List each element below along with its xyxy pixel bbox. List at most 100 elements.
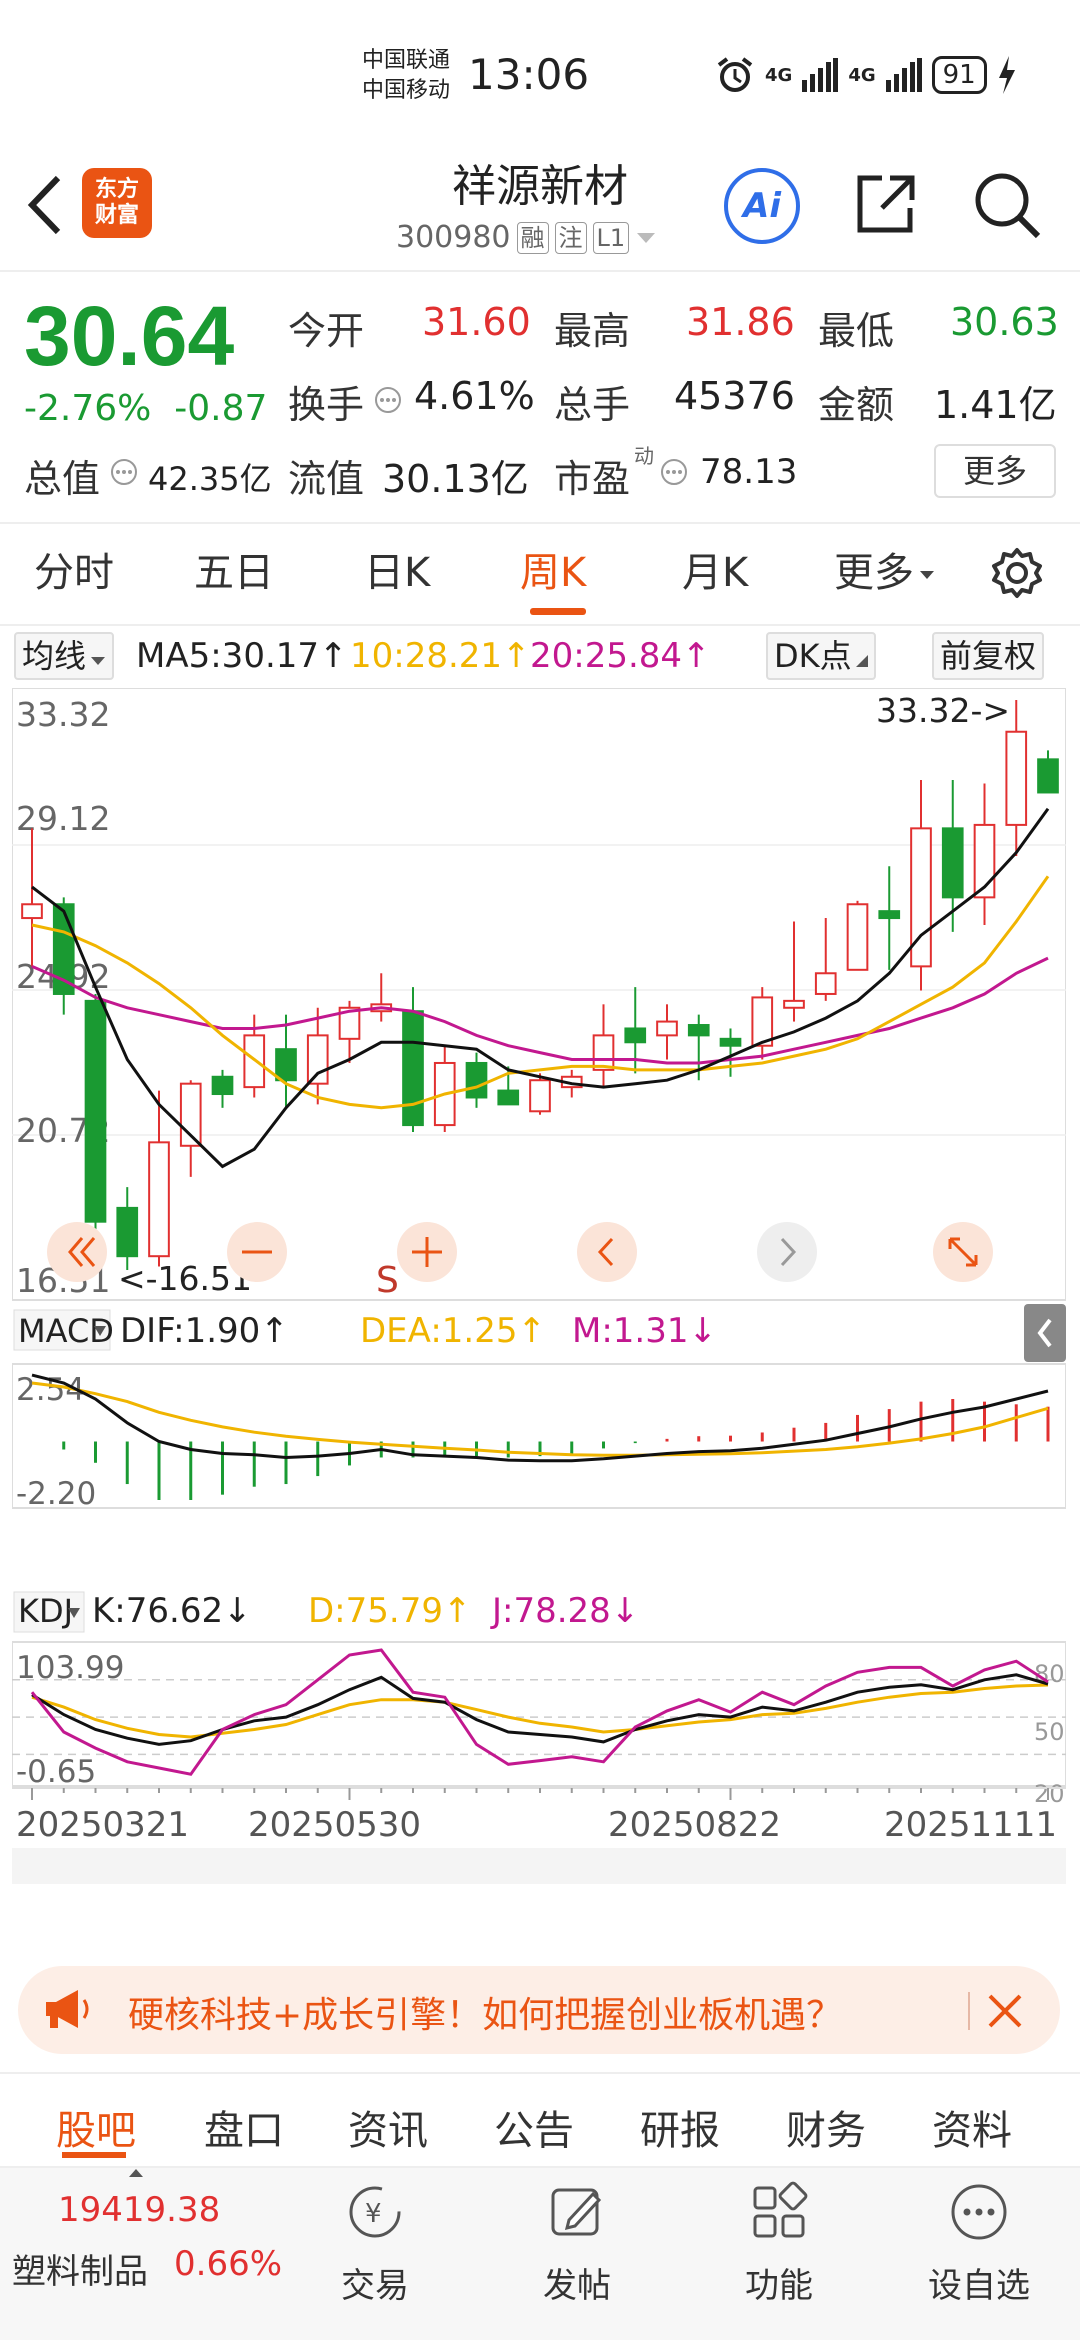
volume-label: 总手 (554, 383, 631, 427)
functions-button[interactable]: 功能 (714, 2172, 844, 2307)
tag-margin: 融 (516, 221, 549, 254)
tab-news[interactable]: 资讯 (348, 2098, 428, 2156)
dk-point-button[interactable]: DK点 (766, 632, 876, 680)
trade-button[interactable]: ¥ 交易 (310, 2172, 440, 2307)
candle-down (116, 1206, 139, 1258)
low-label: 最低 (818, 309, 895, 353)
candlesticks (21, 700, 1059, 1270)
post-label: 发帖 (543, 2266, 611, 2306)
sell-signal-marker: S (376, 1260, 399, 1301)
info-icon[interactable] (660, 458, 688, 486)
price-axis-label: 33.32 (16, 695, 110, 734)
pe-value: 78.13 (700, 452, 798, 492)
charging-icon (998, 56, 1015, 94)
change-row: -2.76% -0.87 (24, 388, 267, 429)
network-label-1: 4G (765, 64, 793, 86)
candle-up (814, 972, 837, 995)
more-circle-icon (951, 2184, 1007, 2240)
kline-chart[interactable]: 33.32 29.12 24.92 20.72 16.51 33.32-> <-… (12, 688, 1066, 1948)
macd-header: MACD DIF:1.90↑ DEA:1.25↑ M:1.31↓ (13, 1309, 717, 1351)
grid-icon (753, 2181, 808, 2238)
tab-research[interactable]: 研报 (640, 2098, 720, 2156)
ma20-value: 20:25.84↑ (530, 636, 711, 676)
tab-more[interactable]: 更多 (834, 540, 936, 598)
macd-dif-value: DIF:1.90↑ (120, 1311, 289, 1351)
scroll-left-button[interactable] (577, 1222, 637, 1282)
candle-up (656, 1020, 678, 1037)
ai-button[interactable]: Ai (724, 168, 800, 244)
tab-profile[interactable]: 资料 (932, 2098, 1012, 2156)
battery-level: 91 (931, 56, 987, 94)
quote-divider (0, 522, 1080, 524)
stock-code-row[interactable]: 300980 融 注 L1 (396, 220, 657, 255)
info-icon[interactable] (110, 458, 138, 486)
tab-monthly-k[interactable]: 月K (682, 540, 748, 598)
collapse-tab[interactable] (1024, 1304, 1066, 1362)
turnover-value: 4.61% (414, 374, 535, 418)
sector-index-name[interactable]: 塑料制品 (12, 2244, 148, 2293)
chart-footer-strip (12, 1848, 1066, 1884)
candle-down (465, 1061, 488, 1099)
pe-label: 市盈 (554, 457, 631, 501)
ma20-line (31, 956, 1049, 1065)
scroll-right-button[interactable] (757, 1222, 817, 1282)
candle-down (687, 1024, 710, 1037)
change-amount: -0.87 (174, 388, 268, 429)
tab-intraday[interactable]: 分时 (34, 540, 114, 598)
adjust-button[interactable]: 前复权 (932, 632, 1045, 680)
kdj-axis-label: -0.65 (16, 1754, 96, 1790)
corner-triangle-icon (855, 655, 868, 667)
kdj-j-value: J:78.28↓ (490, 1591, 639, 1631)
total-cap-label: 总值 (24, 457, 101, 501)
amount-value: 1.41亿 (934, 383, 1057, 427)
candle-down (624, 1027, 647, 1044)
sector-index-change: 0.66% (174, 2244, 283, 2284)
tab-announcements[interactable]: 公告 (494, 2098, 574, 2156)
candle-up (21, 903, 43, 920)
tab-financials[interactable]: 财务 (786, 2098, 866, 2156)
post-button[interactable]: 发帖 (512, 2172, 642, 2307)
macd-dea-value: DEA:1.25↑ (360, 1311, 546, 1351)
date-label: 20250321 (16, 1805, 189, 1845)
tab-weekly-k[interactable]: 周K (520, 540, 586, 598)
more-quote-button[interactable]: 更多 (934, 444, 1056, 498)
info-icon[interactable] (374, 386, 402, 414)
tab-order-book[interactable]: 盘口 (204, 2098, 284, 2156)
candle-up (306, 1034, 329, 1085)
open-label: 今开 (288, 309, 365, 353)
tab-five-day[interactable]: 五日 (194, 540, 274, 598)
add-watchlist-button[interactable]: 设自选 (914, 2172, 1044, 2307)
ma-selector[interactable]: 均线 (14, 632, 115, 680)
scroll-left-fast-button[interactable] (47, 1222, 107, 1282)
tab-forum[interactable]: 股吧 (56, 2098, 136, 2156)
candle-down (497, 1089, 520, 1106)
banner-text[interactable]: 硬核科技+成长引擎！如何把握创业板机遇？ (128, 1986, 842, 2038)
amount-label: 金额 (818, 383, 895, 427)
add-watchlist-label: 设自选 (928, 2266, 1030, 2306)
kdj-selector-label: KDJ (18, 1592, 73, 1630)
candle-up (751, 996, 774, 1047)
sector-index-value[interactable]: 19419.38 (58, 2190, 220, 2230)
kdj-d-line (31, 1683, 1049, 1739)
kdj-lines (30, 1648, 1049, 1776)
active-tab-underline (530, 608, 586, 615)
carrier-labels: 中国联通 中国移动 (362, 46, 450, 106)
close-icon[interactable] (986, 1992, 1024, 2030)
ma-indicator-row: 均线 MA5:30.17↑ 10:28.21↑ 20:25.84↑ DK点 前复… (14, 632, 1074, 682)
caret-down-icon (637, 232, 656, 243)
settings-gear-icon[interactable] (990, 546, 1044, 600)
kdj-right-label: 50 (1034, 1718, 1065, 1746)
date-label: 20251111 (884, 1805, 1057, 1845)
status-icons: 4G 4G 91 (715, 52, 1017, 98)
candle-down (878, 910, 901, 920)
banner-separator (968, 1992, 970, 2030)
share-icon[interactable] (852, 170, 920, 238)
total-cap-value: 42.35亿 (148, 460, 272, 498)
change-percent: -2.76% (24, 388, 152, 429)
tab-daily-k[interactable]: 日K (364, 540, 430, 598)
main-panel-frame (12, 688, 1066, 1301)
active-content-underline (62, 2152, 126, 2158)
search-icon[interactable] (972, 170, 1042, 240)
high-label: 最高 (554, 309, 631, 353)
low-value: 30.63 (950, 300, 1059, 344)
